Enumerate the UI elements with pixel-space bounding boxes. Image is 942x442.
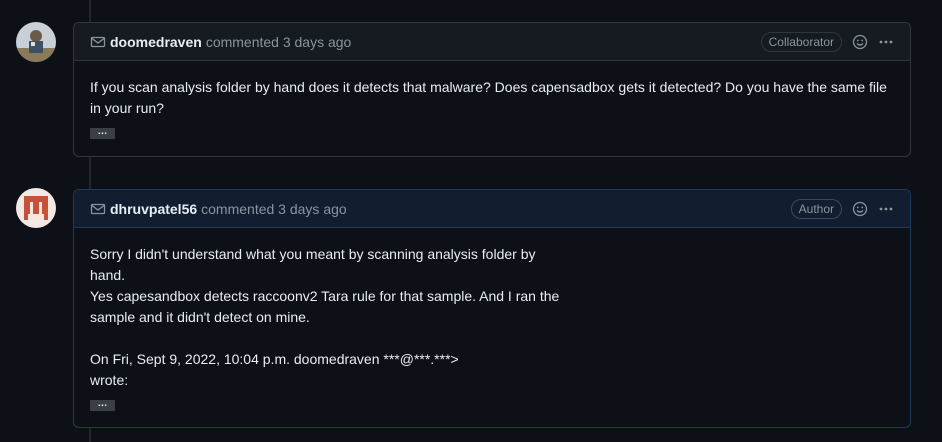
expand-quoted-button[interactable]: … bbox=[90, 399, 115, 411]
comment-text-line: wrote: bbox=[90, 372, 129, 388]
mail-icon bbox=[90, 201, 106, 217]
comment-text-line: On Fri, Sept 9, 2022, 10:04 p.m. doomedr… bbox=[90, 351, 459, 367]
avatar[interactable] bbox=[16, 188, 56, 228]
kebab-icon[interactable] bbox=[878, 201, 894, 217]
comment-timestamp[interactable]: commented 3 days ago bbox=[201, 201, 347, 217]
comment-body: Sorry I didn't understand what you meant… bbox=[74, 228, 910, 428]
comment-text-line: hand. bbox=[90, 267, 126, 283]
comment-box: dhruvpatel56 commented 3 days ago Author… bbox=[73, 189, 911, 428]
comment-author-link[interactable]: doomedraven bbox=[110, 34, 202, 50]
kebab-icon[interactable] bbox=[878, 34, 894, 50]
comment-author-link[interactable]: dhruvpatel56 bbox=[110, 201, 197, 217]
expand-quoted-button[interactable]: … bbox=[90, 127, 115, 139]
avatar[interactable] bbox=[16, 22, 56, 62]
mail-icon bbox=[90, 34, 106, 50]
comment-header-actions: Collaborator bbox=[760, 23, 894, 60]
comment-text-line: Yes capesandbox detects raccoonv2 Tara r… bbox=[90, 288, 560, 304]
comment-body: If you scan analysis folder by hand does… bbox=[74, 61, 910, 156]
comment-timestamp[interactable]: commented 3 days ago bbox=[206, 34, 352, 50]
comment-header: doomedraven commented 3 days ago Collabo… bbox=[74, 23, 910, 61]
smiley-icon[interactable] bbox=[852, 34, 868, 50]
comment-text-line: sample and it didn't detect on mine. bbox=[90, 309, 310, 325]
comment-box: doomedraven commented 3 days ago Collabo… bbox=[73, 22, 911, 157]
comment-text: If you scan analysis folder by hand does… bbox=[90, 79, 887, 116]
comment-header-actions: Author bbox=[790, 190, 894, 227]
role-badge: Author bbox=[790, 198, 842, 219]
comment-text-line: Sorry I didn't understand what you meant… bbox=[90, 246, 536, 262]
role-badge: Collaborator bbox=[760, 31, 842, 52]
smiley-icon[interactable] bbox=[852, 201, 868, 217]
comment-header: dhruvpatel56 commented 3 days ago Author bbox=[74, 190, 910, 228]
